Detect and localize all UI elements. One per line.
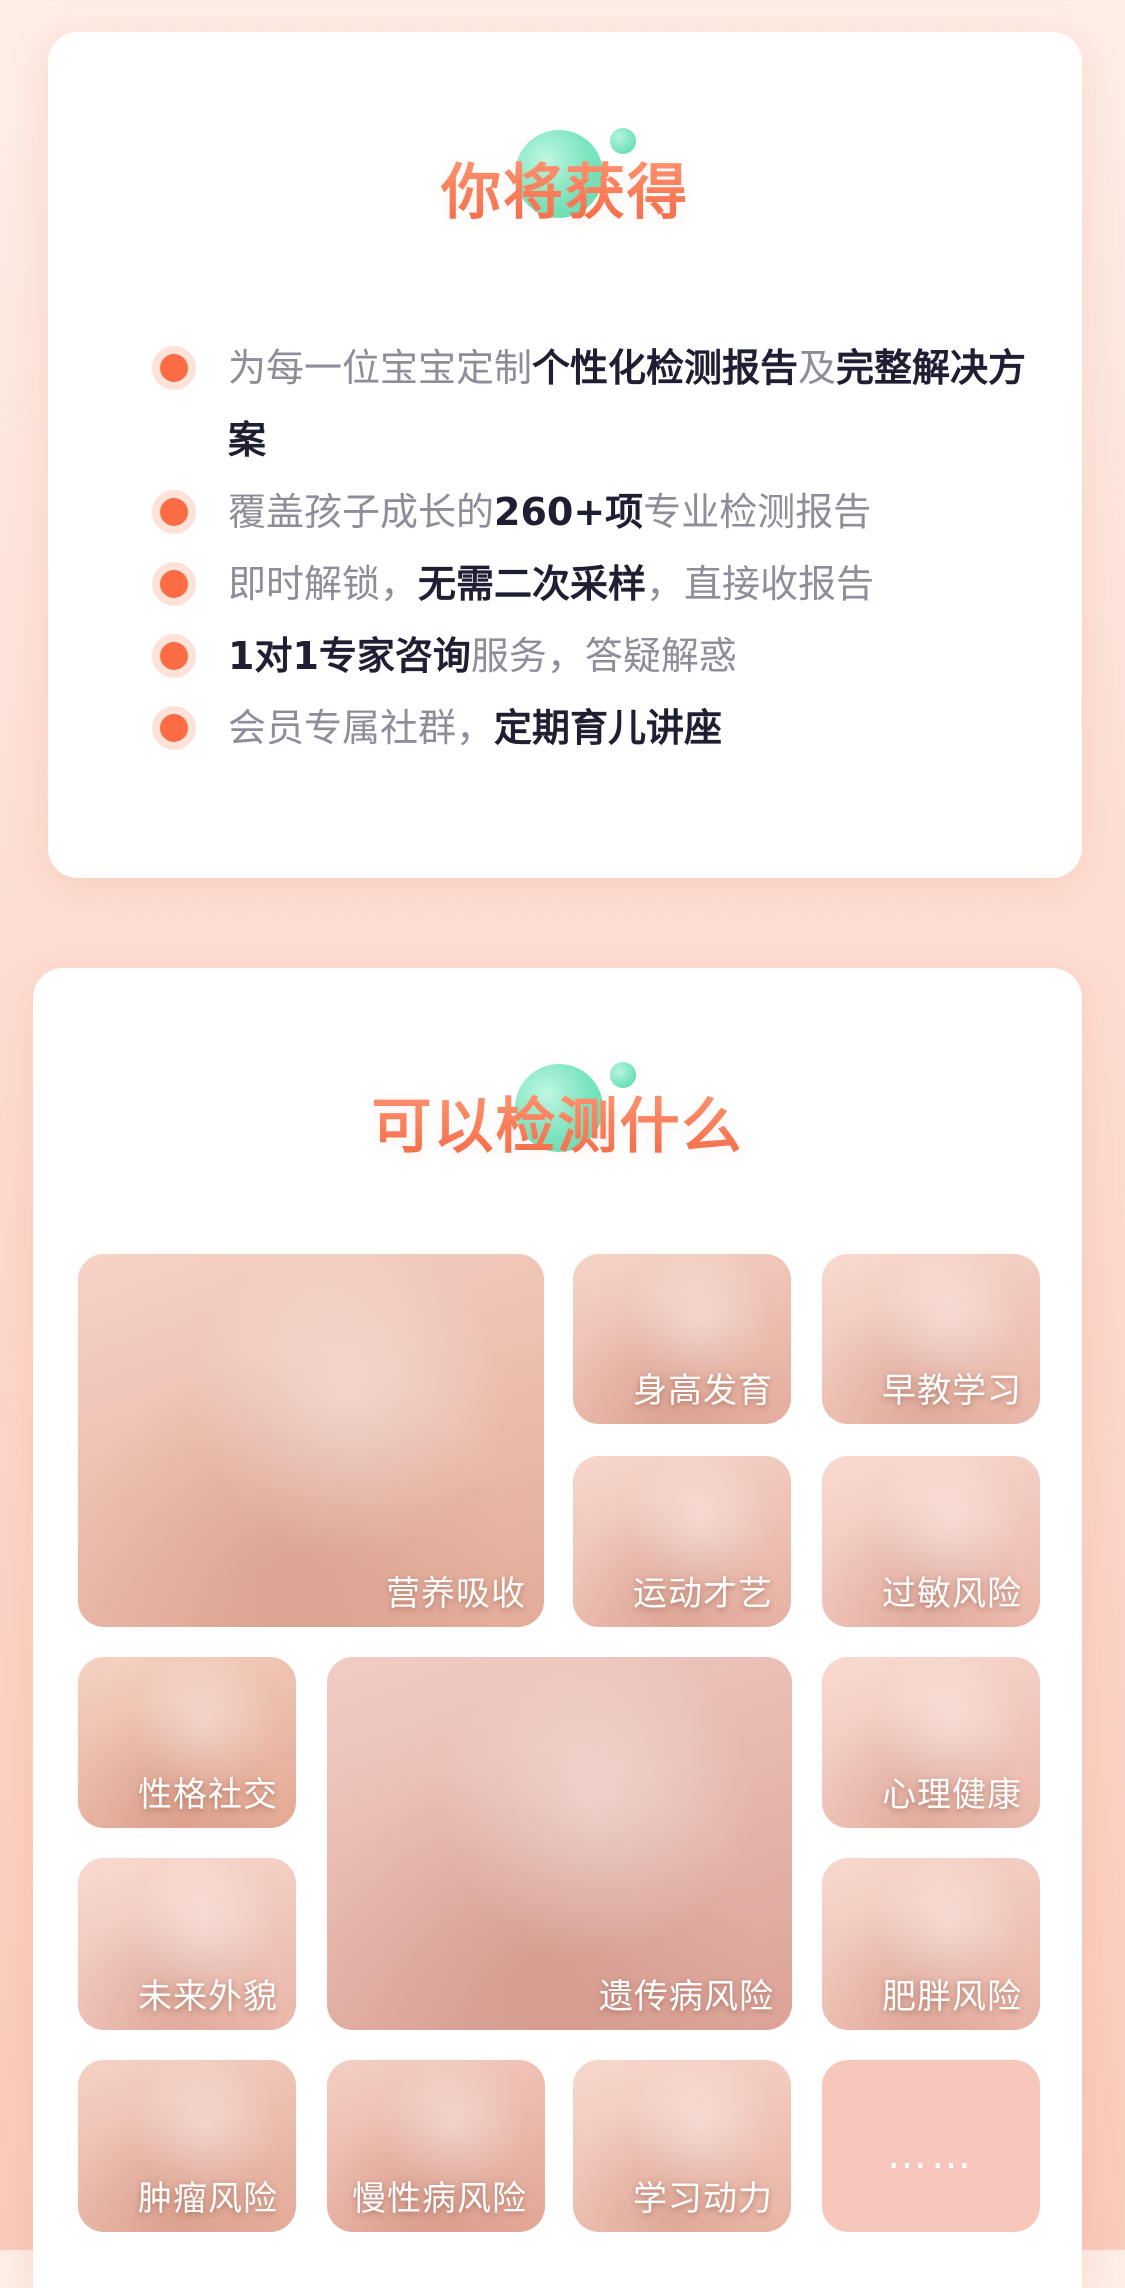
benefit-highlight: 定期育儿讲座 — [494, 706, 723, 750]
benefits-card: 你将获得 为每一位宝宝定制个性化检测报告及完整解决方案 覆盖孩子成长的260+项专… — [48, 32, 1082, 878]
benefit-text: 覆盖孩子成长的 — [228, 490, 495, 534]
benefit-text: 即时解锁， — [228, 562, 419, 606]
benefits-list: 为每一位宝宝定制个性化检测报告及完整解决方案 覆盖孩子成长的260+项专业检测报告… — [108, 332, 1038, 764]
benefit-text: 为每一位宝宝定制 — [228, 346, 533, 390]
tests-title: 可以检测什么 — [372, 1078, 744, 1165]
bullet-dot-icon — [160, 498, 188, 526]
test-tile-smiling-girl[interactable]: 性格社交 — [78, 1657, 296, 1828]
tile-label: 运动才艺 — [633, 1574, 773, 1614]
test-tile-boy-eating-salad[interactable]: 营养吸收 — [78, 1254, 544, 1627]
test-tile-toddler-covering-mouth[interactable]: 慢性病风险 — [327, 2060, 545, 2232]
tile-label: …… — [887, 2132, 975, 2178]
tile-label: 肥胖风险 — [882, 1977, 1022, 2017]
test-tile-girl-measuring-height[interactable]: 身高发育 — [573, 1254, 791, 1424]
benefit-text: 专业检测报告 — [643, 490, 872, 534]
tile-label: 肿瘤风险 — [138, 2179, 278, 2219]
tests-title-wrap: 可以检测什么 — [33, 1062, 1082, 1165]
tile-label: 学习动力 — [633, 2179, 773, 2219]
benefit-text: 会员专属社群， — [228, 706, 495, 750]
test-tile-girl-dancing[interactable]: 运动才艺 — [573, 1456, 791, 1627]
test-tile-girl-book-on-head[interactable]: 早教学习 — [822, 1254, 1040, 1424]
test-tile-sick-girl-resting[interactable]: 遗传病风险 — [327, 1657, 792, 2030]
tile-label: 心理健康 — [882, 1775, 1022, 1815]
benefits-title: 你将获得 — [441, 144, 689, 231]
tile-label: 未来外貌 — [138, 1977, 278, 2017]
more-tile[interactable]: …… — [822, 2060, 1040, 2232]
benefit-highlight: 无需二次采样 — [418, 562, 647, 606]
tile-label: 慢性病风险 — [352, 2179, 527, 2219]
tile-label: 过敏风险 — [882, 1574, 1022, 1614]
benefit-item: 即时解锁，无需二次采样，直接收报告 — [108, 548, 1038, 620]
benefit-highlight: 260+项 — [494, 490, 644, 534]
test-tile-sleeping-infant[interactable]: 肥胖风险 — [822, 1858, 1040, 2030]
test-tile-laughing-baby[interactable]: 心理健康 — [822, 1657, 1040, 1828]
tile-label: 早教学习 — [882, 1371, 1022, 1411]
bullet-dot-icon — [160, 642, 188, 670]
benefit-text: ，直接收报告 — [646, 562, 875, 606]
bullet-dot-icon — [160, 354, 188, 382]
bullet-dot-icon — [160, 570, 188, 598]
benefit-item: 会员专属社群，定期育儿讲座 — [108, 692, 1038, 764]
benefit-text: 及 — [798, 346, 837, 390]
test-tile-girl-with-glasses[interactable]: 学习动力 — [573, 2060, 791, 2232]
tile-label: 身高发育 — [633, 1371, 773, 1411]
benefit-text: 服务，答疑解惑 — [470, 634, 737, 678]
benefits-title-wrap: 你将获得 — [48, 128, 1082, 231]
benefit-item: 1对1专家咨询服务，答疑解惑 — [108, 620, 1038, 692]
tile-label: 营养吸收 — [386, 1574, 526, 1614]
test-tile-girl-blowing-nose[interactable]: 肿瘤风险 — [78, 2060, 296, 2232]
test-tile-sleeping-baby[interactable]: 过敏风险 — [822, 1456, 1040, 1627]
benefit-item: 覆盖孩子成长的260+项专业检测报告 — [108, 476, 1038, 548]
benefit-highlight: 个性化检测报告 — [532, 346, 799, 390]
tile-label: 性格社交 — [138, 1775, 278, 1815]
benefit-item: 为每一位宝宝定制个性化检测报告及完整解决方案 — [108, 332, 1038, 476]
test-tile-baby-portrait[interactable]: 未来外貌 — [78, 1858, 296, 2030]
tests-card: 可以检测什么 营养吸收 身高发育 早教学习运动才艺 过敏风险性格社交遗传病风险 心理健康… — [33, 968, 1082, 2288]
tile-label: 遗传病风险 — [599, 1977, 774, 2017]
bullet-dot-icon — [160, 714, 188, 742]
benefit-highlight: 1对1专家咨询 — [228, 634, 471, 678]
